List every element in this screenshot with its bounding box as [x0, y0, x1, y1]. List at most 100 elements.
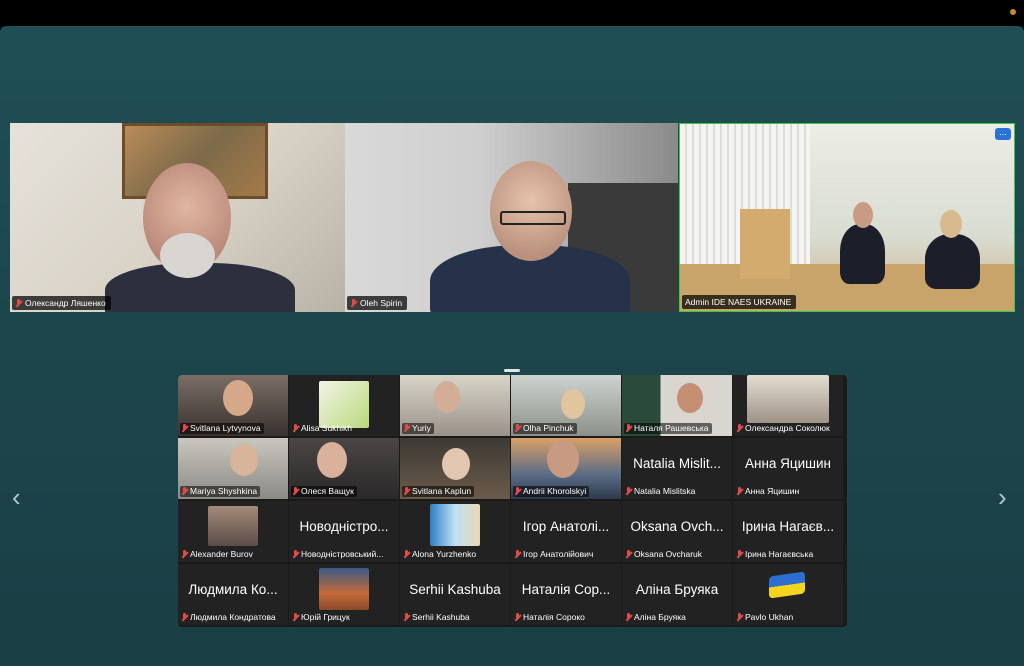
resize-handle[interactable]: [504, 369, 520, 372]
person-head: [547, 440, 579, 478]
participant-name: Svitlana Kaplun: [402, 486, 475, 497]
participant-tile[interactable]: Олеся Ващук: [289, 438, 399, 499]
participant-name: Alisa Sukhikh: [291, 423, 355, 434]
mic-muted-icon: [181, 550, 188, 559]
mic-muted-icon: [514, 424, 521, 433]
participant-name: Serhii Kashuba: [402, 612, 473, 623]
person-head: [853, 202, 873, 228]
participant-tile[interactable]: Serhii Kashuba Serhii Kashuba: [400, 564, 510, 625]
participant-tile[interactable]: Анна Яцишин Анна Яцишин: [733, 438, 843, 499]
participant-name: Mariya Shyshkina: [180, 486, 261, 497]
mic-muted-icon: [181, 424, 188, 433]
participant-tile[interactable]: Svitlana Lytvynova: [178, 375, 288, 436]
speaker-name-tag: Admin IDE NAES UKRAINE: [682, 295, 797, 309]
participant-name: Анна Яцишин: [735, 486, 802, 497]
participant-tile[interactable]: Oksana Ovch... Oksana Ovcharuk: [622, 501, 732, 562]
participant-tile[interactable]: Andrii Khorolskyi: [511, 438, 621, 499]
participant-tile[interactable]: Iрина Нагаєв... Iрина Нагаєвська: [733, 501, 843, 562]
participant-name: Pavlo Ukhan: [735, 612, 796, 623]
participant-tile[interactable]: Наталя Рашевська: [622, 375, 732, 436]
person-figure: [840, 224, 885, 284]
mic-muted-icon: [736, 613, 743, 622]
participant-gallery: Svitlana Lytvynova Alisa Sukhikh Yuriy O…: [178, 375, 847, 627]
mic-muted-icon: [350, 298, 357, 308]
mic-muted-icon: [625, 487, 632, 496]
person-head: [230, 444, 258, 476]
participant-display-name: Natalia Mislit...: [633, 456, 721, 471]
participant-tile[interactable]: Natalia Mislit... Natalia Mislitska: [622, 438, 732, 499]
camera-indicator: [1010, 9, 1016, 15]
participant-name: Svitlana Lytvynova: [180, 423, 264, 434]
participant-tile[interactable]: Alisa Sukhikh: [289, 375, 399, 436]
mic-muted-icon: [736, 487, 743, 496]
participant-name: Andrii Khorolskyi: [513, 486, 590, 497]
person-figure: [925, 234, 980, 289]
speaker-tile-1[interactable]: Олександр Ляшенко: [10, 123, 345, 312]
profile-picture: [319, 381, 369, 428]
profile-picture: [430, 504, 480, 546]
participant-display-name: Iрина Нагаєв...: [741, 519, 835, 534]
mic-muted-icon: [736, 424, 743, 433]
participant-name: Алiна Бруяка: [624, 612, 689, 623]
participant-tile[interactable]: Олександра Соколюк: [733, 375, 843, 436]
participant-display-name: Новоднiстро...: [299, 519, 389, 534]
prev-page-arrow[interactable]: ‹: [12, 484, 21, 510]
participant-name: Олеся Ващук: [291, 486, 357, 497]
profile-picture: [319, 568, 369, 610]
person-head: [442, 448, 470, 480]
mic-muted-icon: [403, 613, 410, 622]
participant-display-name: Oksana Ovch...: [630, 519, 724, 534]
next-page-arrow[interactable]: ›: [998, 484, 1007, 510]
participant-name: Oksana Ovcharuk: [624, 549, 705, 560]
mic-muted-icon: [181, 613, 188, 622]
participant-tile[interactable]: Iгор Анатолi... Iгор Анатолiйович: [511, 501, 621, 562]
participant-tile[interactable]: Наталiя Сор... Наталiя Сороко: [511, 564, 621, 625]
podium: [740, 209, 790, 279]
participant-name: Natalia Mislitska: [624, 486, 698, 497]
mic-muted-icon: [15, 298, 22, 308]
participant-display-name: Iгор Анатолi...: [522, 519, 610, 534]
participant-tile[interactable]: Svitlana Kaplun: [400, 438, 510, 499]
person-head: [223, 380, 253, 416]
participant-name: Людмила Кондратова: [180, 612, 279, 623]
mic-muted-icon: [514, 487, 521, 496]
participant-tile[interactable]: Людмила Ко... Людмила Кондратова: [178, 564, 288, 625]
participant-name: Олександра Соколюк: [735, 423, 833, 434]
participant-name: Наталя Рашевська: [624, 423, 712, 434]
participant-name: Iрина Нагаєвська: [735, 549, 816, 560]
more-options-button[interactable]: ...: [995, 128, 1011, 140]
mic-muted-icon: [403, 487, 410, 496]
person-head: [317, 442, 347, 478]
speaker-tile-3[interactable]: ... Admin IDE NAES UKRAINE: [679, 123, 1015, 312]
participant-tile[interactable]: Новоднiстро... Новоднiстровський...: [289, 501, 399, 562]
participant-tile[interactable]: Юрiй Грицук: [289, 564, 399, 625]
participant-tile[interactable]: Yuriy: [400, 375, 510, 436]
participant-name: Alona Yurzhenko: [402, 549, 479, 560]
mic-muted-icon: [292, 550, 299, 559]
mic-muted-icon: [514, 550, 521, 559]
participant-tile[interactable]: Алiна Бруяка Алiна Бруяка: [622, 564, 732, 625]
participant-name: Alexander Burov: [180, 549, 256, 560]
person-beard: [160, 233, 215, 278]
mic-muted-icon: [736, 550, 743, 559]
mic-muted-icon: [403, 424, 410, 433]
participant-name: Наталiя Сороко: [513, 612, 588, 623]
person-head: [561, 389, 585, 419]
mic-muted-icon: [625, 613, 632, 622]
mic-muted-icon: [292, 487, 299, 496]
participant-tile[interactable]: Alona Yurzhenko: [400, 501, 510, 562]
participant-name: Юрiй Грицук: [291, 612, 353, 623]
participant-tile[interactable]: Mariya Shyshkina: [178, 438, 288, 499]
speaker-tile-2[interactable]: Oleh Spirin: [345, 123, 678, 312]
participant-tile[interactable]: Olha Pinchuk: [511, 375, 621, 436]
participant-tile[interactable]: Pavlo Ukhan: [733, 564, 843, 625]
glasses: [500, 211, 566, 225]
participant-tile[interactable]: Alexander Burov: [178, 501, 288, 562]
speaker-name-tag: Олександр Ляшенко: [12, 296, 111, 310]
mic-muted-icon: [625, 424, 632, 433]
mic-muted-icon: [292, 424, 299, 433]
profile-picture: [747, 375, 829, 423]
person-head: [677, 383, 703, 413]
ukraine-flag-picture: [769, 571, 805, 599]
participant-display-name: Анна Яцишин: [744, 456, 832, 471]
